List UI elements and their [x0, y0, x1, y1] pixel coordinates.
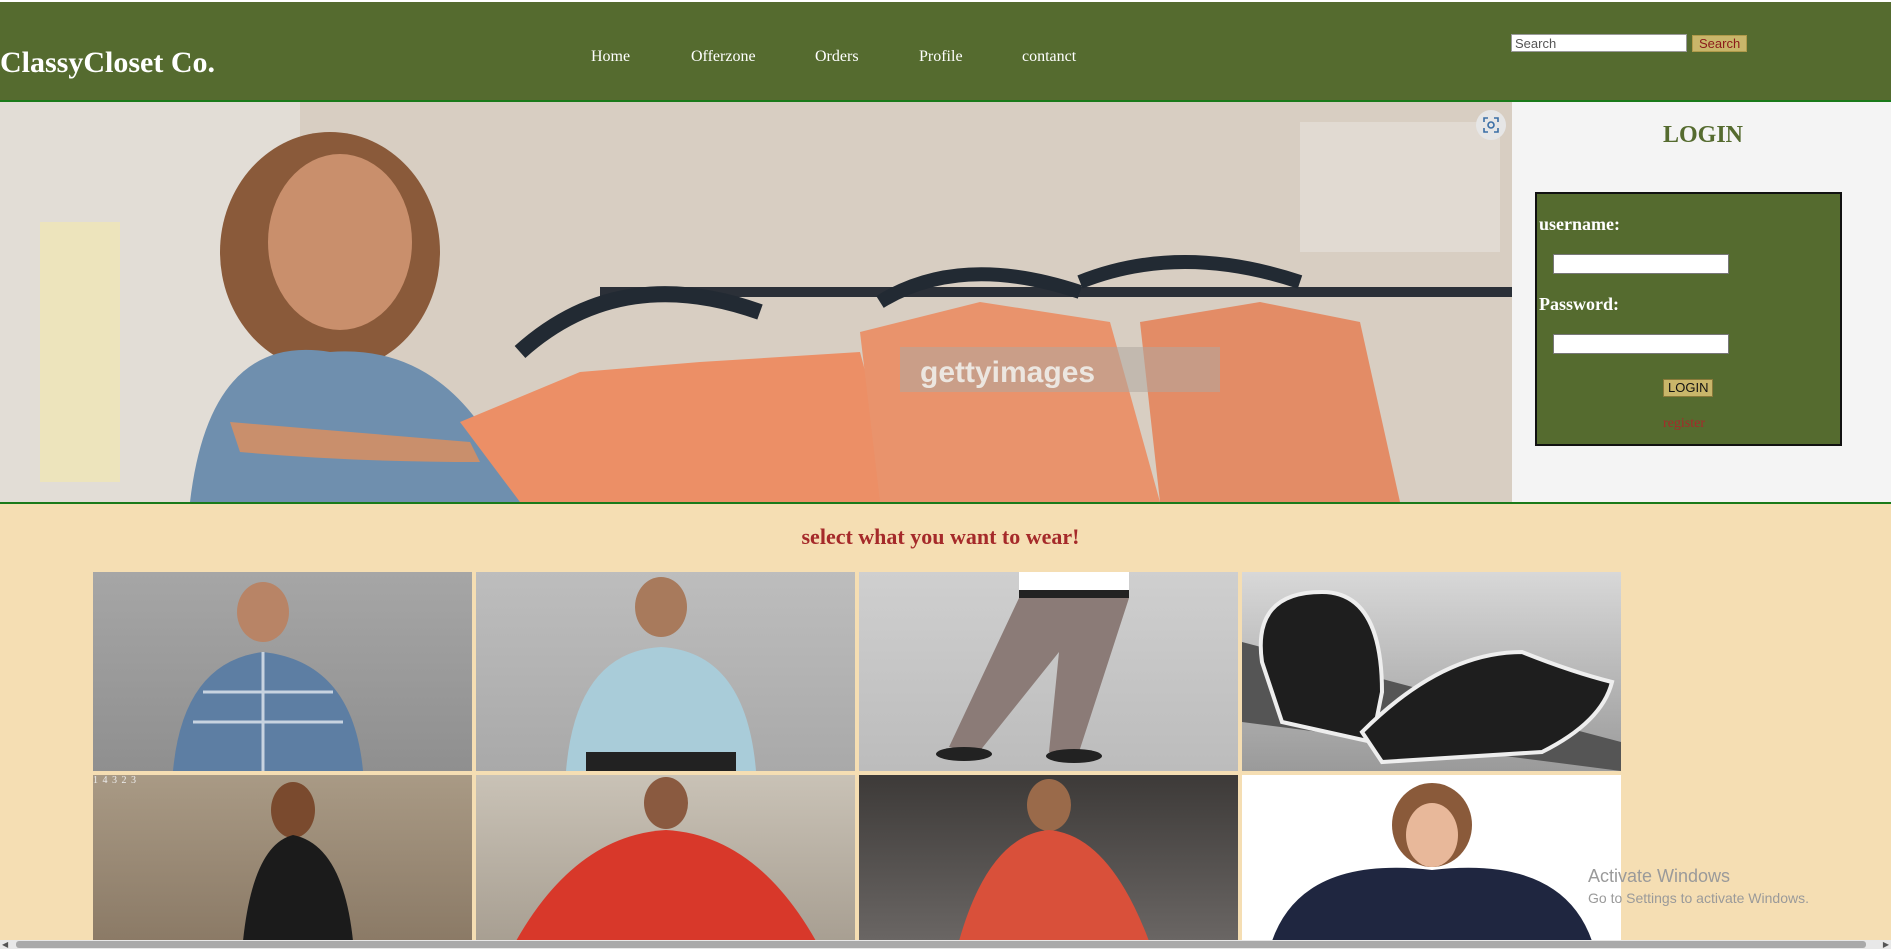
section-divider [0, 502, 1891, 504]
scroll-right-icon[interactable]: ▶ [1883, 940, 1889, 949]
product-tile-trousers[interactable] [859, 572, 1238, 771]
scrollbar-thumb[interactable] [16, 941, 1866, 948]
hero-illustration: gettyimages [0, 102, 1512, 502]
product-tile-tshirt[interactable] [476, 572, 855, 771]
watermark-line1: Activate Windows [1588, 866, 1731, 886]
password-label: Password: [1539, 294, 1619, 314]
products-section-title: select what you want to wear! [801, 524, 1080, 549]
username-label: username: [1539, 214, 1620, 234]
search-input[interactable] [1511, 34, 1687, 52]
nav-offerzone[interactable]: Offerzone [691, 48, 756, 66]
brand-logo-text[interactable]: ClassyCloset Co. [0, 46, 215, 80]
login-button[interactable]: LOGIN [1663, 379, 1714, 397]
login-form: username: Password: LOGIN register [1535, 192, 1842, 446]
nav-contact[interactable]: contanct [1022, 48, 1076, 66]
hero-watermark-text: gettyimages [920, 356, 1095, 389]
product-tile-ruffle-top[interactable] [1242, 775, 1621, 941]
tile-caption: 1 4 3 2 3 [93, 775, 137, 786]
login-title: LOGIN [1663, 122, 1744, 148]
os-activation-watermark: Activate Windows Go to Settings to activ… [1588, 866, 1809, 906]
product-tile-saree[interactable]: 1 4 3 2 3 [93, 775, 472, 941]
search-button[interactable]: Search [1692, 35, 1748, 52]
password-field[interactable] [1553, 334, 1729, 354]
scroll-left-icon[interactable]: ◀ [2, 940, 8, 949]
hero-banner-image: gettyimages [0, 102, 1512, 502]
nav-orders[interactable]: Orders [815, 48, 859, 66]
product-tile-lehenga[interactable] [859, 775, 1238, 941]
product-tile-red-dress[interactable] [476, 775, 855, 941]
watermark-line2: Go to Settings to activate Windows. [1588, 890, 1809, 906]
visual-search-icon[interactable] [1476, 110, 1506, 140]
horizontal-scrollbar[interactable]: ◀ ▶ [0, 940, 1891, 949]
nav-profile[interactable]: Profile [919, 48, 963, 66]
register-link[interactable]: register [1663, 416, 1705, 432]
nav-home[interactable]: Home [591, 48, 630, 66]
site-header: ClassyCloset Co. Home Offerzone Orders P… [0, 0, 1891, 102]
product-tile-sneakers[interactable] [1242, 572, 1621, 771]
login-panel: LOGIN username: Password: LOGIN register [1512, 102, 1891, 502]
product-tile-checked-shirt[interactable] [93, 572, 472, 771]
username-field[interactable] [1553, 254, 1729, 274]
